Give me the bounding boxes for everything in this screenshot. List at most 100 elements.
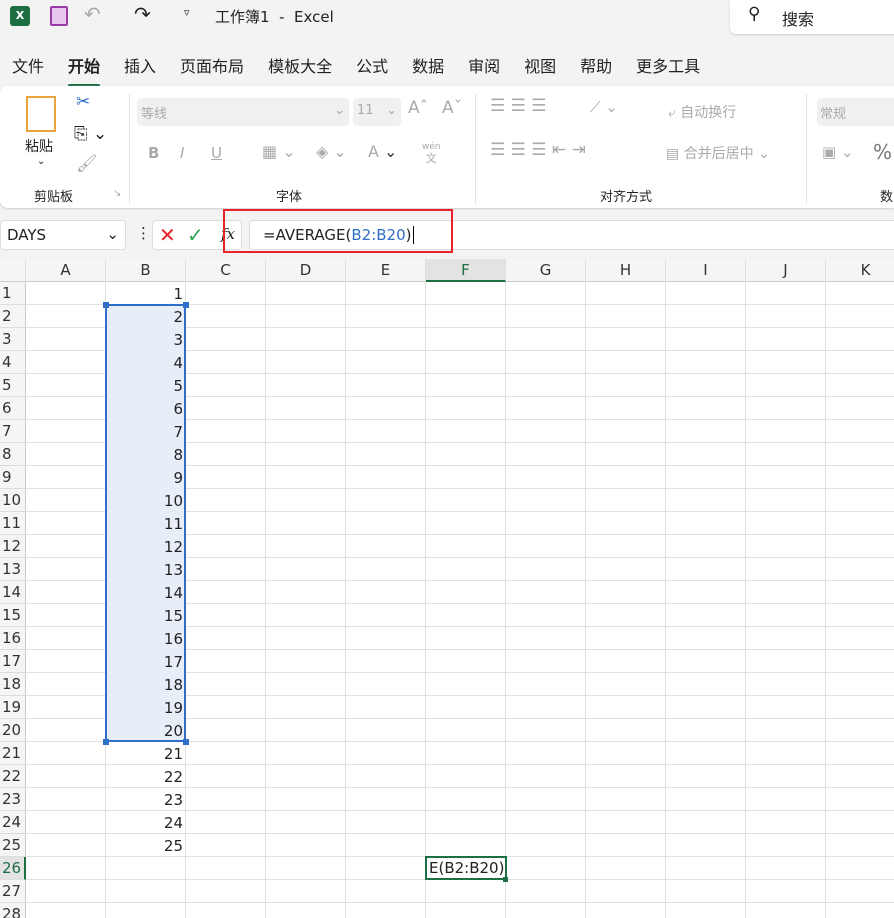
undo-icon[interactable]: ↶: [84, 2, 101, 26]
row-header-25[interactable]: 25: [0, 834, 26, 857]
row-header-27[interactable]: 27: [0, 880, 26, 903]
enter-icon[interactable]: ✓: [187, 223, 204, 247]
row-header-13[interactable]: 13: [0, 558, 26, 581]
dialog-launcher-icon[interactable]: ↘: [113, 188, 121, 199]
cell-B1[interactable]: 1: [106, 282, 186, 305]
font-color-icon[interactable]: A ⌄: [368, 142, 397, 161]
align-top-icon[interactable]: ☰ ☰ ☰: [490, 96, 547, 116]
underline-button[interactable]: U: [211, 144, 222, 162]
paste-dropdown-icon[interactable]: ⌄: [37, 156, 45, 167]
more-options-icon[interactable]: ⋮: [136, 224, 151, 242]
tab-view[interactable]: 视图: [512, 50, 568, 82]
fill-color-icon[interactable]: ◈ ⌄: [316, 142, 347, 161]
row-header-4[interactable]: 4: [0, 351, 26, 374]
cell-B15[interactable]: 15: [106, 604, 186, 627]
column-header-D[interactable]: D: [266, 259, 346, 282]
cell-B3[interactable]: 3: [106, 328, 186, 351]
wrap-text-button[interactable]: ⤶ 自动换行: [668, 102, 736, 122]
align-left-icon[interactable]: ☰ ☰ ☰ ⇤ ⇥: [490, 140, 586, 160]
row-header-24[interactable]: 24: [0, 811, 26, 834]
column-header-G[interactable]: G: [506, 259, 586, 282]
row-header-12[interactable]: 12: [0, 535, 26, 558]
column-header-E[interactable]: E: [346, 259, 426, 282]
active-cell-F26[interactable]: E(B2:B20): [425, 856, 507, 880]
row-header-1[interactable]: 1: [0, 282, 26, 305]
tab-templates[interactable]: 模板大全: [256, 50, 344, 82]
name-box[interactable]: DAYS ⌄: [0, 220, 126, 250]
redo-icon[interactable]: ↷: [134, 2, 151, 26]
cell-B21[interactable]: 21: [106, 742, 186, 765]
copy-icon[interactable]: ⎘ ⌄: [74, 124, 107, 144]
row-header-19[interactable]: 19: [0, 696, 26, 719]
row-header-22[interactable]: 22: [0, 765, 26, 788]
fill-handle[interactable]: [503, 877, 508, 882]
cell-B2[interactable]: 2: [106, 305, 186, 328]
column-header-C[interactable]: C: [186, 259, 266, 282]
row-header-28[interactable]: 28: [0, 903, 26, 918]
row-header-7[interactable]: 7: [0, 420, 26, 443]
cell-B10[interactable]: 10: [106, 489, 186, 512]
phonetic-icon[interactable]: wén 文: [422, 142, 441, 166]
row-header-26[interactable]: 26: [0, 857, 26, 880]
row-header-16[interactable]: 16: [0, 627, 26, 650]
column-header-F[interactable]: F: [426, 259, 506, 282]
row-header-2[interactable]: 2: [0, 305, 26, 328]
paste-icon[interactable]: [26, 96, 56, 132]
tab-page-layout[interactable]: 页面布局: [168, 50, 256, 82]
italic-button[interactable]: I: [180, 144, 184, 162]
cell-B12[interactable]: 12: [106, 535, 186, 558]
row-header-10[interactable]: 10: [0, 489, 26, 512]
cell-B20[interactable]: 20: [106, 719, 186, 742]
cell-B17[interactable]: 17: [106, 650, 186, 673]
accounting-icon[interactable]: ▣ ⌄: [822, 143, 854, 161]
cell-B4[interactable]: 4: [106, 351, 186, 374]
row-header-18[interactable]: 18: [0, 673, 26, 696]
column-header-A[interactable]: A: [26, 259, 106, 282]
row-header-8[interactable]: 8: [0, 443, 26, 466]
cancel-icon[interactable]: ✕: [159, 223, 176, 247]
cell-B8[interactable]: 8: [106, 443, 186, 466]
column-header-J[interactable]: J: [746, 259, 826, 282]
cell-B25[interactable]: 25: [106, 834, 186, 857]
cell-B23[interactable]: 23: [106, 788, 186, 811]
tab-formulas[interactable]: 公式: [344, 50, 400, 82]
row-header-14[interactable]: 14: [0, 581, 26, 604]
font-size-select[interactable]: 11 ⌄: [353, 98, 401, 126]
row-header-5[interactable]: 5: [0, 374, 26, 397]
increase-font-icon[interactable]: Aˆ: [408, 98, 428, 118]
row-header-23[interactable]: 23: [0, 788, 26, 811]
cell-B7[interactable]: 7: [106, 420, 186, 443]
row-header-3[interactable]: 3: [0, 328, 26, 351]
tab-data[interactable]: 数据: [400, 50, 456, 82]
row-header-20[interactable]: 20: [0, 719, 26, 742]
select-all-button[interactable]: [0, 259, 26, 282]
tab-review[interactable]: 审阅: [456, 50, 512, 82]
save-icon[interactable]: [50, 6, 68, 26]
cell-B16[interactable]: 16: [106, 627, 186, 650]
row-header-17[interactable]: 17: [0, 650, 26, 673]
tab-help[interactable]: 帮助: [568, 50, 624, 82]
borders-icon[interactable]: ▦ ⌄: [262, 142, 296, 161]
cell-B22[interactable]: 22: [106, 765, 186, 788]
cell-B9[interactable]: 9: [106, 466, 186, 489]
customize-toolbar-icon[interactable]: ▿: [184, 6, 190, 19]
column-header-B[interactable]: B: [106, 259, 186, 282]
orientation-icon[interactable]: ⟋ ⌄: [590, 98, 618, 116]
column-header-K[interactable]: K: [826, 259, 894, 282]
bold-button[interactable]: B: [148, 144, 159, 162]
cell-B5[interactable]: 5: [106, 374, 186, 397]
worksheet-grid[interactable]: A B C D E F G H I J K 1 2 3 4 5 6 7 8 9 10 11 12 13 14 15 16 17 18 19…: [0, 259, 894, 918]
row-header-6[interactable]: 6: [0, 397, 26, 420]
column-header-I[interactable]: I: [666, 259, 746, 282]
font-name-select[interactable]: 等线 ⌄: [137, 98, 349, 126]
tab-more-tools[interactable]: 更多工具: [624, 50, 712, 82]
number-format-select[interactable]: 常规: [817, 98, 894, 126]
row-header-15[interactable]: 15: [0, 604, 26, 627]
paste-button[interactable]: 粘贴: [25, 136, 53, 156]
merge-center-button[interactable]: ▤ 合并后居中 ⌄: [666, 143, 770, 163]
cell-B11[interactable]: 11: [106, 512, 186, 535]
tab-insert[interactable]: 插入: [112, 50, 168, 82]
cell-B13[interactable]: 13: [106, 558, 186, 581]
search-box[interactable]: ⚲ 搜索: [730, 0, 894, 34]
decrease-font-icon[interactable]: Aˇ: [442, 98, 462, 118]
